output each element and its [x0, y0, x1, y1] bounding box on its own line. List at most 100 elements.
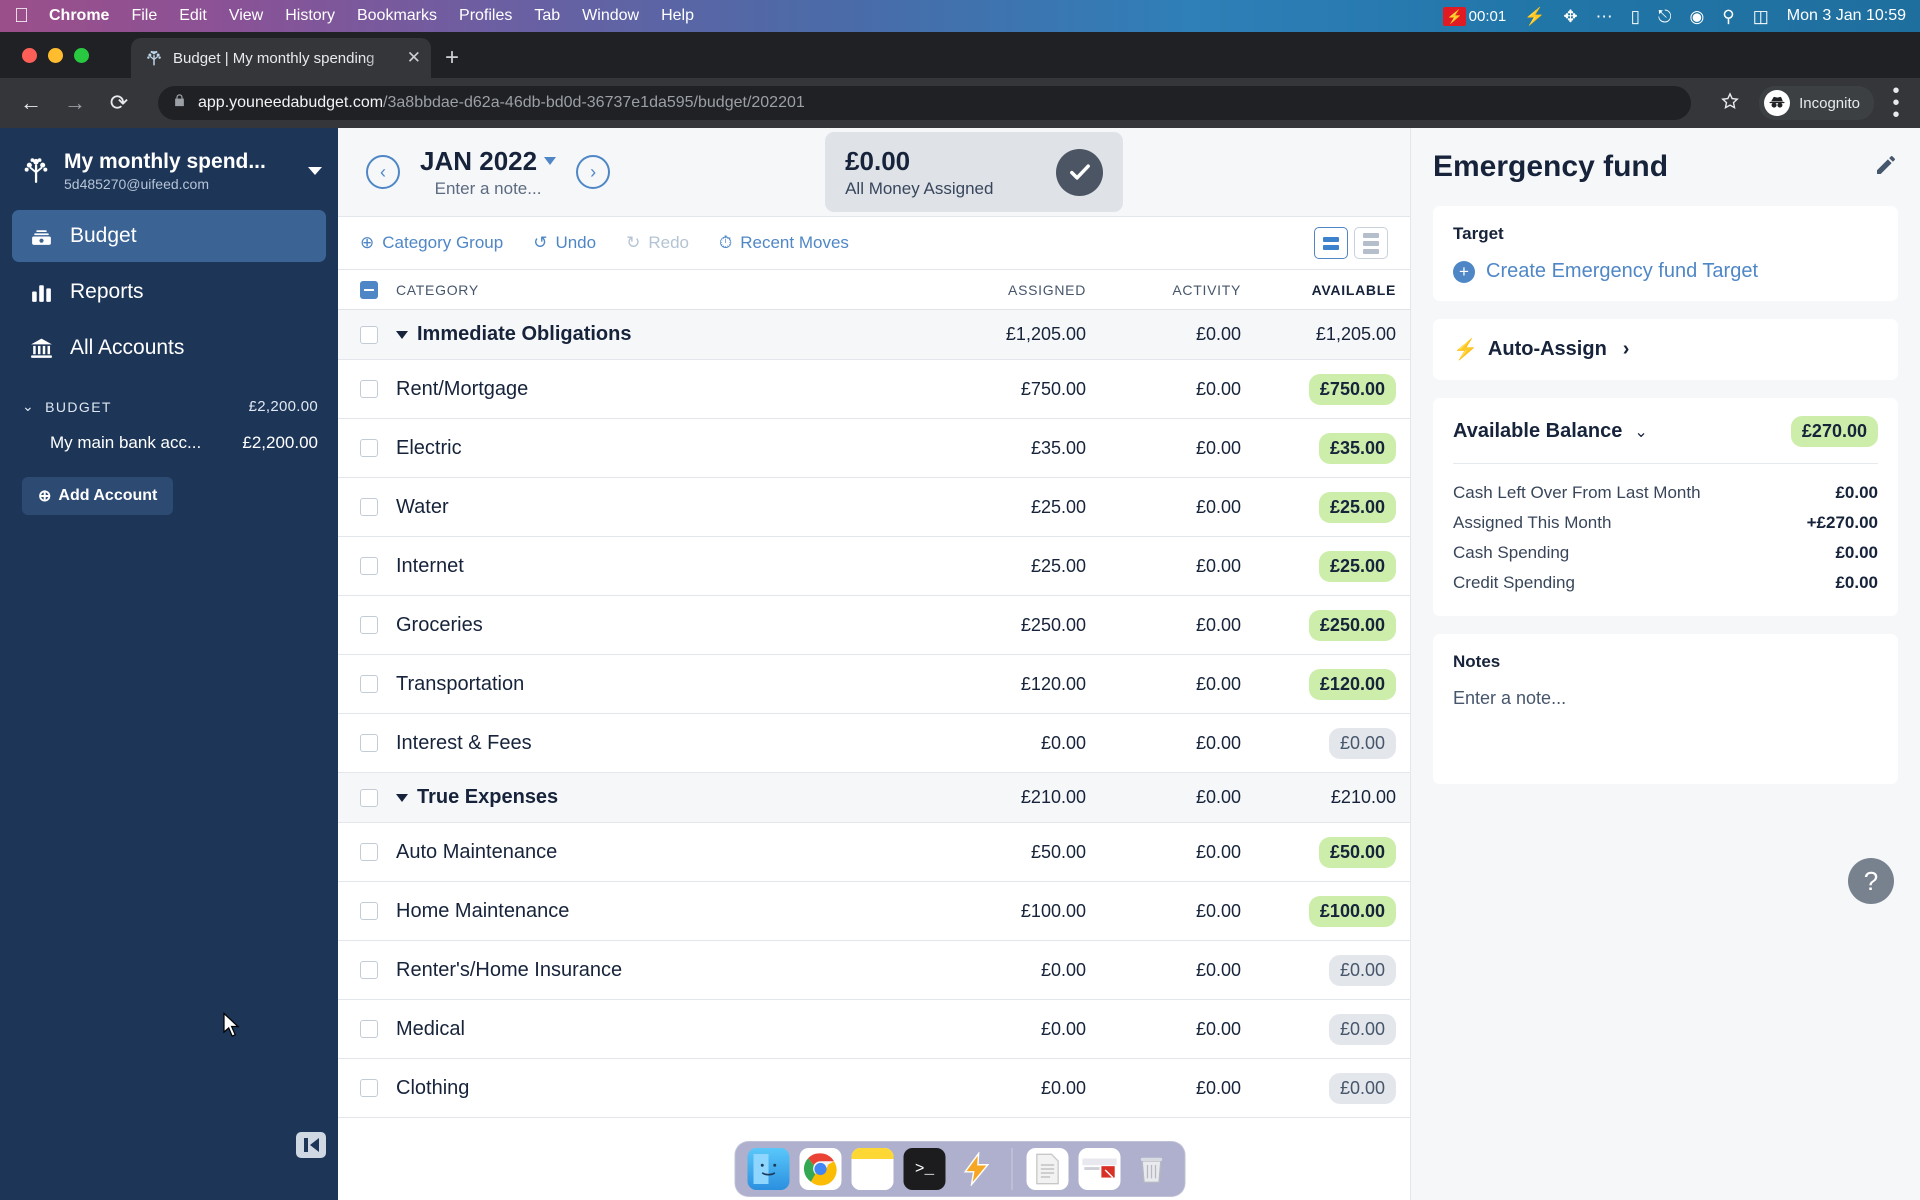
category-available-badge[interactable]: £750.00 — [1308, 373, 1396, 405]
category-checkbox[interactable] — [360, 498, 378, 516]
category-row[interactable]: Water £25.00 £0.00 £25.00 — [338, 478, 1410, 537]
category-assigned[interactable]: £250.00 — [945, 615, 1100, 636]
category-available-badge[interactable]: £25.00 — [1318, 491, 1396, 523]
notes-input[interactable]: Enter a note... — [1453, 688, 1878, 709]
category-available-badge[interactable]: £120.00 — [1308, 668, 1396, 700]
category-activity[interactable]: £0.00 — [1100, 1019, 1255, 1040]
control-center-icon[interactable]: ◫ — [1753, 8, 1769, 25]
screen-recording-badge[interactable]: ⚡ 00:01 — [1443, 6, 1506, 26]
category-checkbox[interactable] — [360, 1079, 378, 1097]
auto-assign-row[interactable]: ⚡ Auto-Assign › — [1453, 337, 1878, 362]
kebab-menu-icon[interactable]: • • • — [1888, 81, 1904, 125]
wifi-icon[interactable]: ⎋ — [1658, 8, 1671, 25]
group-checkbox[interactable] — [360, 788, 378, 807]
select-all-checkbox[interactable] — [360, 280, 378, 299]
menu-item-chrome[interactable]: Chrome — [49, 7, 109, 25]
bolt-icon[interactable]: ⚡ — [1524, 8, 1545, 25]
category-assigned[interactable]: £25.00 — [945, 556, 1100, 577]
chrome-icon[interactable] — [799, 1148, 842, 1190]
category-assigned[interactable]: £100.00 — [945, 901, 1100, 922]
reload-button[interactable]: ⟳ — [104, 92, 134, 114]
category-activity[interactable]: £0.00 — [1100, 379, 1255, 400]
pencil-icon[interactable] — [1874, 153, 1898, 182]
notes-icon[interactable] — [851, 1148, 894, 1190]
finder-icon[interactable] — [747, 1148, 790, 1190]
category-row[interactable]: Medical £0.00 £0.00 £0.00 — [338, 1000, 1410, 1059]
available-balance-header[interactable]: Available Balance ⌄ £270.00 — [1453, 416, 1878, 464]
menu-item-tab[interactable]: Tab — [534, 7, 560, 25]
category-assigned[interactable]: £0.00 — [945, 1019, 1100, 1040]
document-icon[interactable] — [1026, 1148, 1069, 1190]
menu-item-edit[interactable]: Edit — [179, 7, 207, 25]
ready-to-assign-card[interactable]: £0.00 All Money Assigned — [825, 132, 1124, 212]
category-available-badge[interactable]: £25.00 — [1318, 550, 1396, 582]
category-available-badge[interactable]: £0.00 — [1328, 727, 1396, 759]
accounts-section-header[interactable]: ⌄ BUDGET £2,200.00 — [0, 378, 338, 423]
category-row[interactable]: Clothing £0.00 £0.00 £0.00 — [338, 1059, 1410, 1118]
recent-moves-button[interactable]: ⏱ Recent Moves — [719, 233, 849, 253]
sidebar-item-budget[interactable]: Budget — [12, 210, 326, 262]
category-row[interactable]: Home Maintenance £100.00 £0.00 £100.00 — [338, 882, 1410, 941]
bluetooth-off-icon[interactable]: ✥ — [1563, 8, 1577, 25]
user-icon[interactable]: ◉ — [1689, 8, 1704, 25]
category-assigned[interactable]: £0.00 — [945, 1078, 1100, 1099]
category-row[interactable]: Groceries £250.00 £0.00 £250.00 — [338, 596, 1410, 655]
category-activity[interactable]: £0.00 — [1100, 497, 1255, 518]
category-row[interactable]: Electric £35.00 £0.00 £35.00 — [338, 419, 1410, 478]
add-category-group-button[interactable]: ⊕ Category Group — [360, 233, 503, 253]
category-checkbox[interactable] — [360, 557, 378, 575]
category-checkbox[interactable] — [360, 902, 378, 920]
category-activity[interactable]: £0.00 — [1100, 960, 1255, 981]
address-bar[interactable]: app.youneedabudget.com/3a8bbdae-d62a-46d… — [158, 86, 1692, 120]
category-activity[interactable]: £0.00 — [1100, 438, 1255, 459]
month-selector[interactable]: JAN 2022 — [420, 146, 557, 177]
previous-month-button[interactable]: ‹ — [366, 155, 400, 189]
next-month-button[interactable]: › — [576, 155, 611, 189]
chevron-down-icon[interactable]: ⌄ — [1634, 422, 1791, 442]
menu-item-help[interactable]: Help — [661, 7, 694, 25]
category-row[interactable]: Transportation £120.00 £0.00 £120.00 — [338, 655, 1410, 714]
category-assigned[interactable]: £35.00 — [945, 438, 1100, 459]
category-row[interactable]: Interest & Fees £0.00 £0.00 £0.00 — [338, 714, 1410, 773]
category-checkbox[interactable] — [360, 675, 378, 693]
category-checkbox[interactable] — [360, 380, 378, 398]
category-available-badge[interactable]: £0.00 — [1328, 954, 1396, 986]
category-available-badge[interactable]: £0.00 — [1328, 1072, 1396, 1104]
incognito-profile-button[interactable]: Incognito — [1759, 86, 1874, 120]
close-tab-button[interactable]: ✕ — [407, 48, 421, 68]
terminal-icon[interactable]: >_ — [903, 1148, 946, 1190]
view-toggle-list[interactable] — [1354, 227, 1388, 259]
search-icon[interactable]: ⚲ — [1722, 8, 1734, 25]
category-row[interactable]: Internet £25.00 £0.00 £25.00 — [338, 537, 1410, 596]
category-checkbox[interactable] — [360, 843, 378, 861]
category-activity[interactable]: £0.00 — [1100, 556, 1255, 577]
collapse-triangle-icon[interactable] — [396, 793, 408, 802]
battery-icon[interactable]: ▯ — [1631, 8, 1640, 25]
trash-icon[interactable] — [1131, 1148, 1173, 1190]
menu-item-bookmarks[interactable]: Bookmarks — [357, 7, 437, 25]
category-activity[interactable]: £0.00 — [1100, 615, 1255, 636]
category-checkbox[interactable] — [360, 439, 378, 457]
category-group-row[interactable]: True Expenses £210.00 £0.00 £210.00 — [338, 773, 1410, 823]
auto-assign-card[interactable]: ⚡ Auto-Assign › — [1433, 319, 1898, 380]
menu-item-profiles[interactable]: Profiles — [459, 7, 512, 25]
sidebar-account-row[interactable]: My main bank acc... £2,200.00 — [0, 423, 338, 463]
view-toggle-compact[interactable] — [1314, 227, 1348, 259]
chevron-down-icon[interactable] — [308, 167, 322, 175]
category-available-badge[interactable]: £0.00 — [1328, 1013, 1396, 1045]
category-activity[interactable]: £0.00 — [1100, 1078, 1255, 1099]
group-checkbox[interactable] — [360, 325, 378, 344]
category-activity[interactable]: £0.00 — [1100, 901, 1255, 922]
category-assigned[interactable]: £0.00 — [945, 960, 1100, 981]
bolt-app-icon[interactable] — [956, 1148, 998, 1190]
collapse-triangle-icon[interactable] — [396, 330, 408, 339]
category-row[interactable]: Renter's/Home Insurance £0.00 £0.00 £0.00 — [338, 941, 1410, 1000]
help-button[interactable]: ? — [1848, 858, 1894, 904]
menu-bar-clock[interactable]: Mon 3 Jan 10:59 — [1787, 7, 1906, 25]
dots-icon[interactable]: ⋯ — [1596, 8, 1613, 25]
back-button[interactable]: ← — [16, 92, 46, 114]
maximize-window-button[interactable] — [74, 48, 89, 63]
close-window-button[interactable] — [22, 48, 37, 63]
category-row[interactable]: Auto Maintenance £50.00 £0.00 £50.00 — [338, 823, 1410, 882]
category-checkbox[interactable] — [360, 734, 378, 752]
